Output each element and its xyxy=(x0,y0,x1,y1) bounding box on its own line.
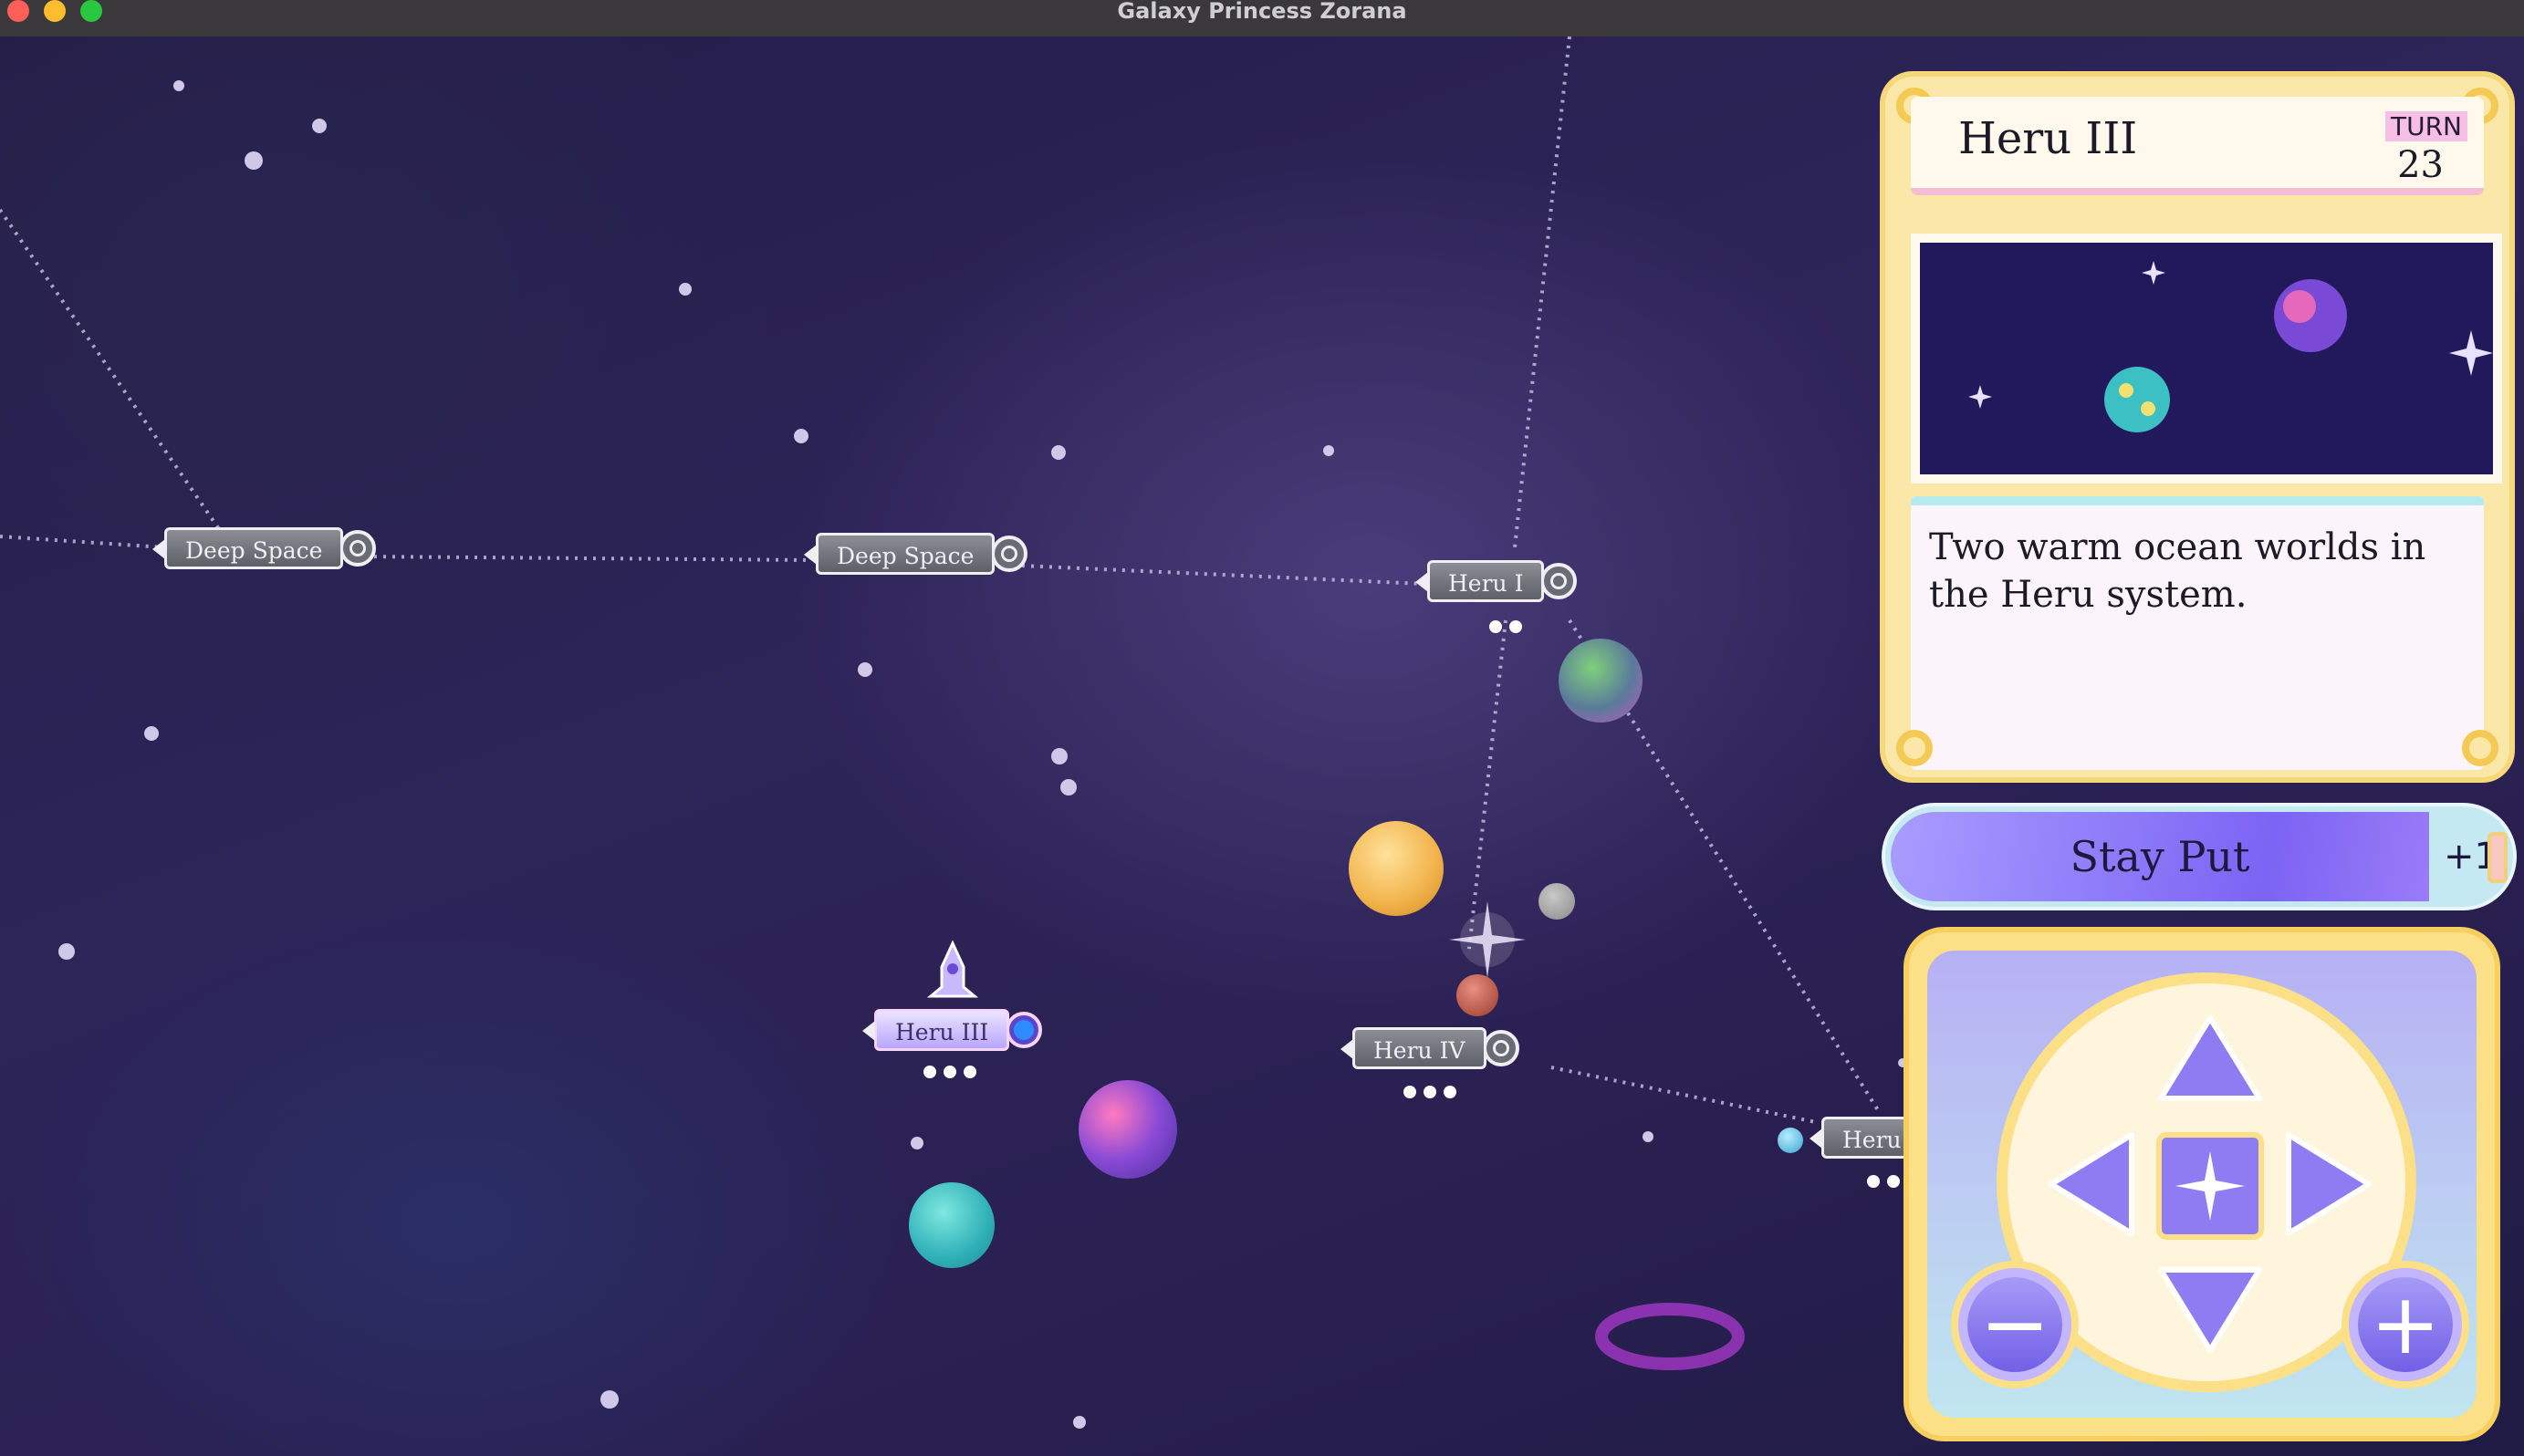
swirl-ornament-icon xyxy=(2462,730,2498,766)
planet-golden[interactable] xyxy=(1349,821,1444,916)
planet-gray-moon[interactable] xyxy=(1538,883,1575,920)
zoom-in-button[interactable]: + xyxy=(2341,1261,2469,1388)
window-title: Galaxy Princess Zorana xyxy=(1117,0,1407,24)
preview-planet-teal xyxy=(2104,367,2170,432)
node-target-icon xyxy=(1482,1030,1519,1066)
star-dot xyxy=(1060,779,1077,796)
map-node-heru-i[interactable]: Heru I xyxy=(1414,560,1578,602)
planet-teal-ocean[interactable] xyxy=(909,1182,995,1268)
planet-small-blue[interactable] xyxy=(1778,1128,1803,1153)
star-dot xyxy=(600,1390,619,1409)
center-star-button[interactable] xyxy=(2154,1129,2267,1243)
turn-label: TURN xyxy=(2385,111,2467,141)
window-titlebar: Galaxy Princess Zorana xyxy=(0,0,2524,37)
description-box: Two warm ocean worlds in the Heru system… xyxy=(1911,496,2484,770)
stay-put-face[interactable]: Stay Put xyxy=(1891,812,2429,901)
node-dots-heru-partial xyxy=(1867,1175,1900,1188)
system-star-icon xyxy=(1449,901,1526,978)
star-dot xyxy=(245,151,263,170)
system-preview xyxy=(1911,234,2502,484)
planet-red[interactable] xyxy=(1456,974,1498,1016)
system-title: Heru III xyxy=(1958,113,2138,164)
minus-icon: − xyxy=(1967,1277,2062,1372)
arrow-down-icon[interactable] xyxy=(2155,1264,2265,1356)
map-node-heru-iii[interactable]: Heru III xyxy=(861,1009,1043,1051)
node-label: Heru I xyxy=(1414,560,1545,602)
node-dots-heru-iv xyxy=(1403,1086,1456,1098)
node-dots-heru-i xyxy=(1489,620,1522,633)
navigation-controls: − + xyxy=(1903,927,2500,1441)
node-dots-heru-iii xyxy=(923,1066,976,1078)
star-dot xyxy=(1323,445,1334,456)
sparkle-icon xyxy=(2449,330,2493,376)
node-target-icon xyxy=(339,530,377,567)
node-label: Deep Space xyxy=(803,533,996,575)
system-info-card: Heru III TURN 23 Two warm ocean worlds i… xyxy=(1880,71,2515,783)
map-node-deep-space-2[interactable]: Deep Space xyxy=(803,533,1028,575)
info-header: Heru III TURN 23 xyxy=(1911,97,2484,195)
star-dot xyxy=(1073,1416,1086,1429)
preview-scene xyxy=(1968,261,2493,432)
sparkle-icon xyxy=(1968,385,1992,409)
node-label: Heru III xyxy=(861,1009,1010,1051)
star-dot xyxy=(58,943,75,960)
node-label: Heru IV xyxy=(1340,1027,1486,1069)
zoom-out-button[interactable]: − xyxy=(1951,1261,2079,1388)
plus-icon: + xyxy=(2358,1277,2453,1372)
arrow-up-icon[interactable] xyxy=(2155,1013,2265,1104)
planet-pink-ocean[interactable] xyxy=(1079,1080,1177,1179)
star-dot xyxy=(312,119,327,133)
wormhole-ring xyxy=(1595,1303,1745,1370)
system-description: Two warm ocean worlds in the Heru system… xyxy=(1929,526,2426,616)
node-target-icon xyxy=(991,536,1028,572)
swirl-ornament-icon xyxy=(1896,730,1933,766)
star-dot xyxy=(911,1137,923,1149)
turn-value: 23 xyxy=(2397,144,2444,186)
star-dot xyxy=(1051,748,1068,764)
node-target-icon xyxy=(1540,563,1578,599)
arrow-right-icon[interactable] xyxy=(2283,1129,2374,1239)
planet-heru-i[interactable] xyxy=(1559,639,1643,723)
map-node-heru-iv[interactable]: Heru IV xyxy=(1340,1027,1519,1069)
stay-put-button[interactable]: Stay Put +1 xyxy=(1882,803,2517,910)
map-node-deep-space-1[interactable]: Deep Space xyxy=(151,527,377,569)
stay-put-label: Stay Put xyxy=(2070,832,2250,881)
controls-background: − + xyxy=(1927,951,2477,1418)
hourglass-icon xyxy=(2487,832,2508,883)
star-dot xyxy=(1643,1131,1653,1142)
star-dot xyxy=(858,662,872,677)
star-dot xyxy=(173,80,184,91)
arrow-left-icon[interactable] xyxy=(2046,1129,2137,1239)
star-dot xyxy=(144,726,159,741)
player-ship-icon[interactable] xyxy=(927,940,978,1000)
star-dot xyxy=(1051,445,1066,460)
node-current-icon xyxy=(1006,1012,1043,1048)
star-dot xyxy=(679,283,692,296)
node-label: Deep Space xyxy=(151,527,344,569)
star-dot xyxy=(794,429,808,443)
sparkle-icon xyxy=(2142,261,2165,285)
